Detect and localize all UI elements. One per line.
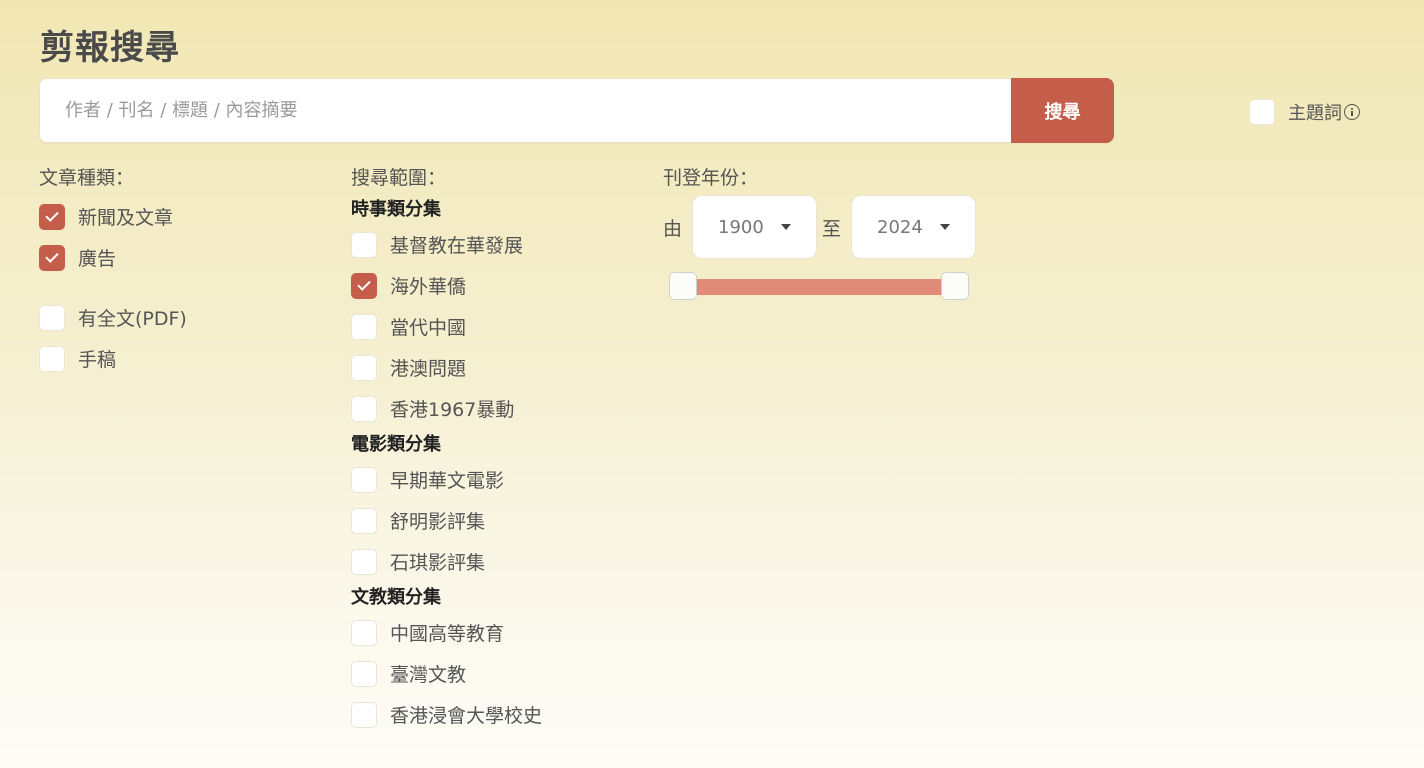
scope-option[interactable]: 海外華僑 <box>351 265 542 306</box>
checkbox-full-text-pdf[interactable] <box>39 304 65 331</box>
search-input[interactable] <box>40 79 1012 142</box>
checkbox-news-articles[interactable] <box>39 203 65 230</box>
topic-term-toggle[interactable]: 主題詞 <box>1249 99 1360 125</box>
scope-group-title: 時事類分集 <box>351 199 441 220</box>
scope-option[interactable]: 中國高等教育 <box>351 612 542 653</box>
scope-checkbox[interactable] <box>351 395 377 422</box>
option-label: 當代中國 <box>390 317 467 339</box>
scope-option[interactable]: 石琪影評集 <box>351 541 542 582</box>
scope-option[interactable]: 香港1967暴動 <box>351 388 542 429</box>
option-label: 港澳問題 <box>390 358 467 380</box>
info-icon[interactable] <box>1344 104 1360 120</box>
option-label: 基督教在華發展 <box>390 235 524 257</box>
option-label: 臺灣文教 <box>390 664 467 686</box>
publication-year-label: 刊登年份： <box>663 167 759 189</box>
option-label: 舒明影評集 <box>390 511 486 533</box>
year-range-slider[interactable] <box>669 272 969 302</box>
slider-handle-max[interactable] <box>941 272 969 300</box>
article-type-label: 文章種類： <box>39 167 135 189</box>
scope-checkbox[interactable] <box>351 701 377 728</box>
article-type-filter: 文章種類： 新聞及文章 廣告 有全文(PDF) 手稿 <box>39 165 187 379</box>
year-to-value: 2024 <box>877 216 923 238</box>
checkbox-manuscript[interactable] <box>39 345 65 372</box>
caret-down-icon <box>940 224 951 230</box>
scope-checkbox[interactable] <box>351 660 377 687</box>
scope-option[interactable]: 舒明影評集 <box>351 500 542 541</box>
scope-checkbox[interactable] <box>351 354 377 381</box>
page-title: 剪報搜尋 <box>40 28 180 68</box>
search-scope-label: 搜尋範圍： <box>351 167 447 189</box>
scope-checkbox[interactable] <box>351 313 377 340</box>
option-label: 廣告 <box>78 248 117 270</box>
article-type-option[interactable]: 手稿 <box>39 338 187 379</box>
scope-option[interactable]: 港澳問題 <box>351 347 542 388</box>
article-type-option[interactable]: 有全文(PDF) <box>39 297 187 338</box>
publication-year-filter: 刊登年份： 由 1900 至 2024 <box>663 165 981 302</box>
slider-track <box>681 279 957 295</box>
option-label: 香港1967暴動 <box>390 399 515 421</box>
slider-handle-min[interactable] <box>669 272 697 300</box>
year-from-select[interactable]: 1900 <box>692 195 818 259</box>
scope-checkbox[interactable] <box>351 272 377 299</box>
option-label: 石琪影評集 <box>390 552 486 574</box>
option-label: 中國高等教育 <box>390 623 505 645</box>
from-label: 由 <box>663 217 683 240</box>
scope-checkbox[interactable] <box>351 507 377 534</box>
scope-checkbox[interactable] <box>351 619 377 646</box>
topic-term-label: 主題詞 <box>1288 99 1360 125</box>
option-label: 手稿 <box>78 349 117 371</box>
option-label: 海外華僑 <box>390 276 467 298</box>
year-range-row: 由 1900 至 2024 <box>663 195 981 259</box>
article-type-option[interactable]: 新聞及文章 <box>39 196 187 237</box>
scope-group-title: 電影類分集 <box>351 434 441 455</box>
caret-down-icon <box>781 224 792 230</box>
year-from-value: 1900 <box>718 216 764 238</box>
option-label: 新聞及文章 <box>78 207 174 229</box>
option-label: 早期華文電影 <box>390 470 505 492</box>
article-type-option[interactable]: 廣告 <box>39 237 187 278</box>
scope-option[interactable]: 香港浸會大學校史 <box>351 694 542 735</box>
scope-group-title: 文教類分集 <box>351 587 441 608</box>
search-scope-filter: 搜尋範圍： 時事類分集 基督教在華發展 海外華僑 當代中國 港澳問題 香港196… <box>351 165 542 735</box>
to-label: 至 <box>822 217 842 240</box>
year-to-select[interactable]: 2024 <box>851 195 977 259</box>
search-bar: 搜尋 <box>39 78 1114 143</box>
scope-option[interactable]: 臺灣文教 <box>351 653 542 694</box>
search-button[interactable]: 搜尋 <box>1011 78 1114 143</box>
topic-term-checkbox[interactable] <box>1249 99 1275 125</box>
checkbox-advertisement[interactable] <box>39 244 65 271</box>
scope-option[interactable]: 早期華文電影 <box>351 459 542 500</box>
option-label: 有全文(PDF) <box>78 308 187 330</box>
scope-checkbox[interactable] <box>351 548 377 575</box>
scope-checkbox[interactable] <box>351 231 377 258</box>
scope-checkbox[interactable] <box>351 466 377 493</box>
scope-option[interactable]: 基督教在華發展 <box>351 224 542 265</box>
option-label: 香港浸會大學校史 <box>390 705 543 727</box>
scope-option[interactable]: 當代中國 <box>351 306 542 347</box>
